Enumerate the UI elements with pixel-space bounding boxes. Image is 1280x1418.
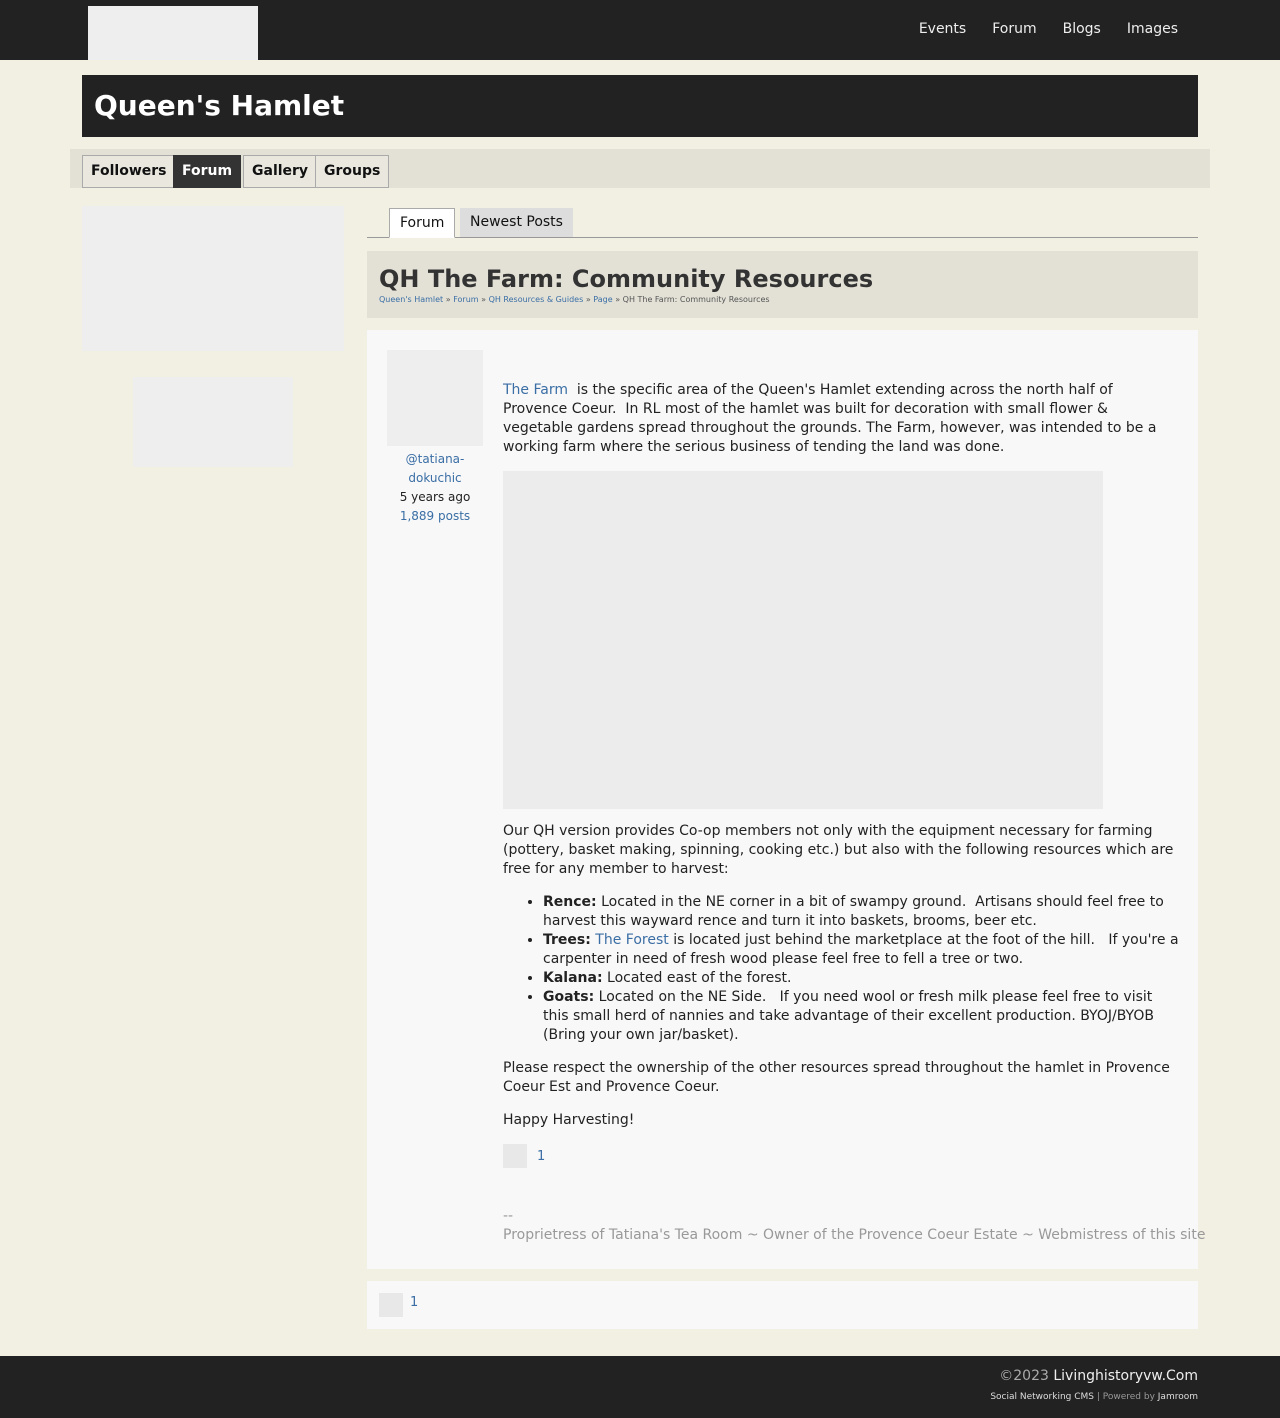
- resource-label: Trees:: [543, 932, 591, 948]
- tabs-divider: [367, 237, 1198, 238]
- list-item: Trees: The Forest is located just behind…: [543, 931, 1179, 969]
- topic-like-count[interactable]: 1: [410, 1295, 418, 1310]
- crumb-category[interactable]: QH Resources & Guides: [489, 295, 584, 304]
- post-intro: The Farm is the specific area of the Que…: [503, 381, 1179, 457]
- top-nav: Events Forum Blogs Images: [919, 0, 1178, 57]
- crumb-sep: »: [585, 295, 591, 304]
- resource-text: Located on the NE Side. If you need wool…: [543, 989, 1159, 1043]
- crumb-sep: »: [481, 295, 487, 304]
- sidebar-widget-placeholder: [133, 377, 293, 467]
- resource-label: Kalana:: [543, 970, 603, 986]
- like-icon[interactable]: [379, 1293, 403, 1317]
- resource-text: Located east of the forest.: [602, 970, 792, 986]
- crumb-forum[interactable]: Forum: [453, 295, 478, 304]
- page-title: QH The Farm: Community Resources: [379, 265, 874, 293]
- nav-blogs[interactable]: Blogs: [1063, 21, 1101, 37]
- powered-text: | Powered by: [1094, 1392, 1158, 1402]
- site-logo[interactable]: [88, 6, 258, 60]
- tab-newest-posts[interactable]: Newest Posts: [460, 208, 573, 237]
- the-forest-link[interactable]: The Forest: [595, 932, 668, 948]
- nav-images[interactable]: Images: [1127, 21, 1178, 37]
- copyright: ©2023 Livinghistoryvw.Com: [999, 1368, 1198, 1384]
- post-image[interactable]: [503, 471, 1103, 809]
- crumb-profile[interactable]: Queen's Hamlet: [379, 295, 443, 304]
- crumb-page[interactable]: Page: [593, 295, 612, 304]
- profile-name[interactable]: Queen's Hamlet: [94, 88, 344, 124]
- top-bar: Events Forum Blogs Images: [0, 0, 1280, 60]
- post-time: 5 years ago: [399, 490, 471, 504]
- resource-text: Located in the NE corner in a bit of swa…: [543, 894, 1169, 929]
- intro-text: is the specific area of the Queen's Haml…: [503, 382, 1161, 455]
- crumb-sep: »: [445, 295, 451, 304]
- signature-text: Proprietress of Tatiana's Tea Room ~ Own…: [503, 1227, 1206, 1243]
- resource-list: Rence: Located in the NE corner in a bit…: [543, 893, 1179, 1045]
- profile-image-placeholder: [82, 206, 344, 351]
- footer: ©2023 Livinghistoryvw.Com Social Network…: [0, 1356, 1280, 1418]
- menu-followers[interactable]: Followers: [82, 155, 176, 188]
- user-avatar[interactable]: [387, 350, 483, 446]
- breadcrumb: Queen's Hamlet » Forum » QH Resources & …: [379, 295, 770, 304]
- post-signature: -- Proprietress of Tatiana's Tea Room ~ …: [503, 1207, 1205, 1245]
- post-respect-text: Please respect the ownership of the othe…: [503, 1060, 1170, 1095]
- like-icon[interactable]: [503, 1144, 527, 1168]
- post-author-link[interactable]: @tatiana-dokuchic: [387, 450, 483, 488]
- list-item: Kalana: Located east of the forest.: [543, 969, 1179, 988]
- signature-dash: --: [503, 1208, 514, 1224]
- tab-forum[interactable]: Forum: [389, 208, 456, 238]
- resource-label: Rence:: [543, 894, 597, 910]
- list-item: Rence: Located in the NE corner in a bit…: [543, 893, 1179, 931]
- post-body: The Farm is the specific area of the Que…: [503, 381, 1179, 1168]
- topic-like-box: 1: [367, 1281, 1198, 1329]
- user-post-count[interactable]: 1,889 posts: [387, 507, 483, 526]
- site-link[interactable]: Livinghistoryvw.Com: [1053, 1368, 1198, 1384]
- forum-post: @tatiana-dokuchic 5 years ago 1,889 post…: [367, 330, 1205, 1269]
- powered-by: Social Networking CMS | Powered by Jamro…: [990, 1392, 1198, 1402]
- topic-header: QH The Farm: Community Resources Queen's…: [367, 251, 1198, 318]
- crumb-sep: »: [615, 295, 621, 304]
- profile-header: Queen's Hamlet: [82, 75, 1198, 137]
- list-item: Goats: Located on the NE Side. If you ne…: [543, 988, 1179, 1045]
- menu-groups[interactable]: Groups: [315, 155, 390, 188]
- cms-link[interactable]: Social Networking CMS: [990, 1392, 1094, 1402]
- menu-forum[interactable]: Forum: [173, 155, 242, 188]
- nav-forum[interactable]: Forum: [992, 21, 1036, 37]
- jamroom-link[interactable]: Jamroom: [1158, 1392, 1198, 1402]
- the-farm-link[interactable]: The Farm: [503, 382, 568, 398]
- crumb-current: QH The Farm: Community Resources: [622, 295, 770, 304]
- post-closing: Happy Harvesting!: [503, 1112, 635, 1128]
- menu-gallery[interactable]: Gallery: [243, 155, 318, 188]
- resource-label: Goats:: [543, 989, 595, 1005]
- profile-menu: Followers Forum Gallery Groups: [70, 149, 1210, 188]
- post-coop-text: Our QH version provides Co-op members no…: [503, 823, 1174, 877]
- nav-events[interactable]: Events: [919, 21, 966, 37]
- like-count[interactable]: 1: [537, 1147, 545, 1166]
- like-row: 1: [503, 1144, 1179, 1168]
- copyright-year: ©2023: [999, 1368, 1054, 1384]
